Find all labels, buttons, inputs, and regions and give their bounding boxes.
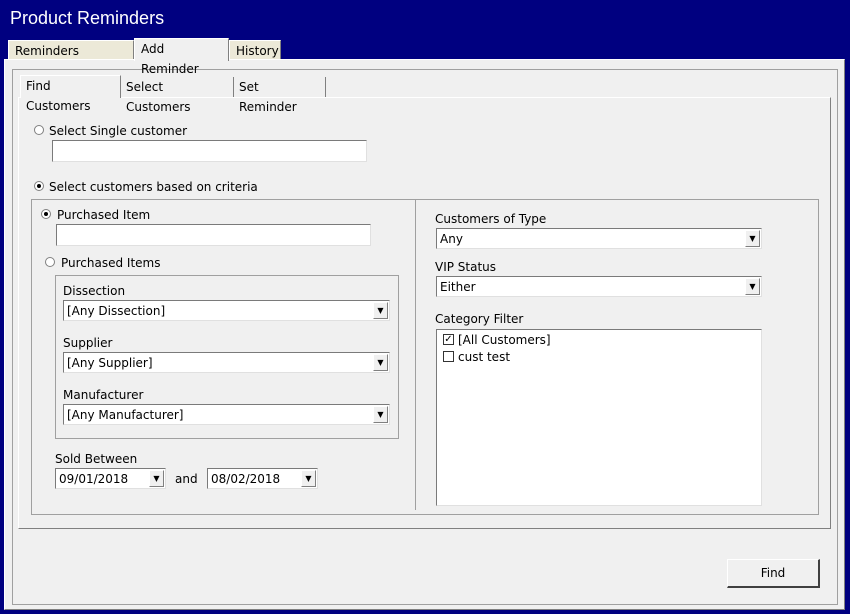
criteria-radio[interactable]: [34, 181, 44, 191]
vip-status-select[interactable]: Either ▼: [436, 276, 762, 297]
chevron-down-icon[interactable]: ▼: [149, 470, 164, 487]
purchased-items-label: Purchased Items: [61, 256, 161, 270]
purchased-items-radio[interactable]: [45, 257, 55, 267]
tab-find-customers[interactable]: Find Customers: [20, 75, 121, 113]
vip-status-value: Either: [440, 280, 476, 294]
cust-test-checkbox[interactable]: [443, 351, 454, 362]
customers-of-type-value: Any: [440, 232, 463, 246]
sold-from-date[interactable]: 09/01/2018 ▼: [55, 468, 166, 489]
chevron-down-icon[interactable]: ▼: [373, 406, 388, 423]
sold-to-date[interactable]: 08/02/2018 ▼: [207, 468, 318, 489]
chevron-down-icon[interactable]: ▼: [373, 354, 388, 371]
sold-from-value: 09/01/2018: [59, 472, 129, 486]
customers-of-type-label: Customers of Type: [435, 212, 547, 226]
chevron-down-icon[interactable]: ▼: [373, 302, 388, 319]
list-item[interactable]: [All Customers]: [458, 333, 551, 347]
manufacturer-value: [Any Manufacturer]: [67, 408, 184, 422]
purchased-item-input[interactable]: [56, 224, 371, 246]
tab-add-reminder[interactable]: Add Reminder: [134, 38, 229, 76]
category-filter-list[interactable]: ✓ [All Customers] cust test: [436, 329, 762, 506]
tab-reminders-pending[interactable]: Reminders Pending: [8, 40, 134, 78]
single-customer-label: Select Single customer: [49, 124, 188, 138]
purchased-item-label: Purchased Item: [57, 208, 151, 222]
chevron-down-icon[interactable]: ▼: [745, 278, 760, 295]
supplier-select[interactable]: [Any Supplier] ▼: [63, 352, 390, 373]
window-title: Product Reminders: [10, 8, 165, 28]
manufacturer-select[interactable]: [Any Manufacturer] ▼: [63, 404, 390, 425]
tab-set-reminder[interactable]: Set Reminder: [234, 77, 326, 114]
criteria-divider: [415, 200, 416, 510]
single-customer-input[interactable]: [52, 140, 367, 162]
tab-select-customers[interactable]: Select Customers: [121, 77, 234, 114]
supplier-value: [Any Supplier]: [67, 356, 153, 370]
supplier-label: Supplier: [63, 336, 113, 350]
list-item[interactable]: cust test: [458, 350, 510, 364]
all-customers-checkbox[interactable]: ✓: [443, 334, 454, 345]
manufacturer-label: Manufacturer: [63, 388, 144, 402]
tab-history[interactable]: History: [229, 40, 281, 60]
category-filter-label: Category Filter: [435, 312, 524, 326]
criteria-label: Select customers based on criteria: [49, 180, 258, 194]
dissection-value: [Any Dissection]: [67, 304, 166, 318]
customers-of-type-select[interactable]: Any ▼: [436, 228, 762, 249]
chevron-down-icon[interactable]: ▼: [301, 470, 316, 487]
dissection-select[interactable]: [Any Dissection] ▼: [63, 300, 390, 321]
vip-status-label: VIP Status: [435, 260, 497, 274]
dissection-label: Dissection: [63, 284, 126, 298]
single-customer-radio[interactable]: [34, 125, 44, 135]
sold-to-value: 08/02/2018: [211, 472, 281, 486]
and-label: and: [175, 472, 198, 486]
purchased-item-radio[interactable]: [41, 209, 51, 219]
chevron-down-icon[interactable]: ▼: [745, 230, 760, 247]
sold-between-label: Sold Between: [55, 452, 138, 466]
find-button[interactable]: Find: [727, 559, 820, 588]
